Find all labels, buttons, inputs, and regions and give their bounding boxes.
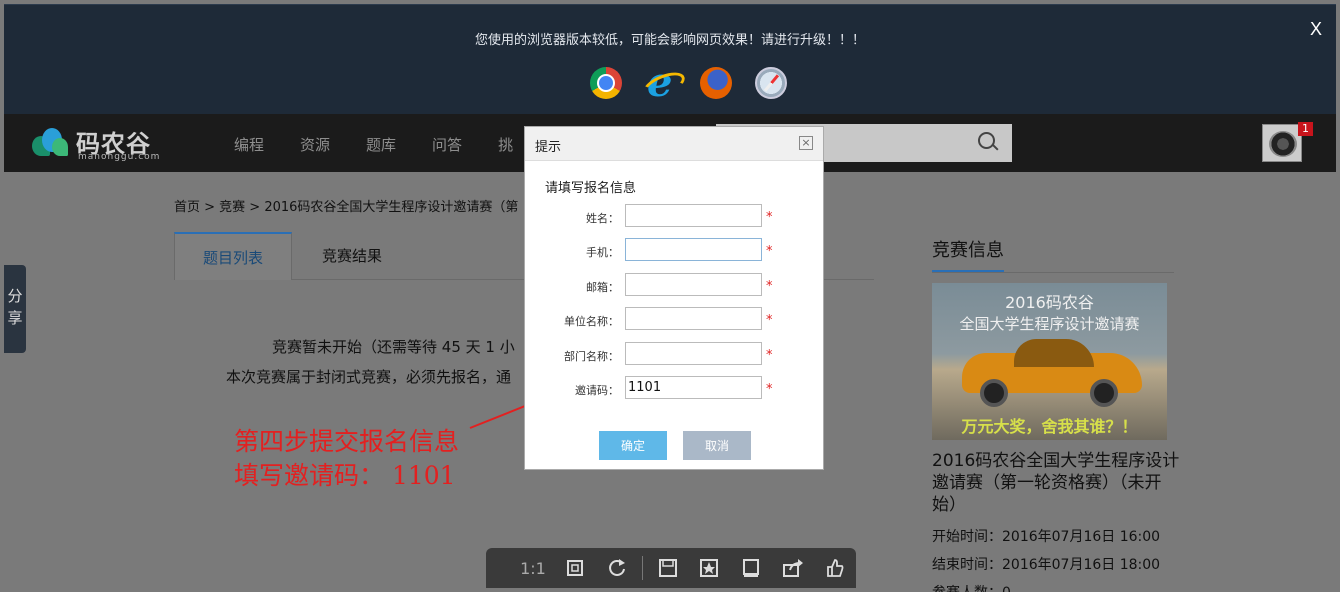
invite-code-label: 邀请码： — [575, 384, 619, 397]
form-row-organization: 单位名称： * — [525, 307, 825, 331]
contest-title-link[interactable]: 2016码农谷全国大学生程序设计邀请赛（第一轮资格赛）（未开始） — [932, 450, 1182, 516]
actual-size-button[interactable]: 1:1 — [512, 548, 554, 588]
tab-problem-list[interactable]: 题目列表 — [174, 232, 293, 280]
fit-screen-icon[interactable] — [554, 548, 596, 588]
email-label: 邮箱： — [586, 281, 619, 294]
organization-label: 单位名称： — [564, 315, 619, 328]
banner-message: 您使用的浏览器版本较低，可能会影响网页效果！请进行升级！！！ — [474, 33, 865, 48]
banner-image-title: 2016码农谷 — [1005, 293, 1094, 312]
nav-link-challenge[interactable]: 挑 — [498, 134, 513, 155]
contest-registration-notice: 本次竞赛属于封闭式竞赛，必须先报名，通 — [226, 368, 512, 386]
email-field[interactable] — [625, 273, 762, 296]
banner-close-button[interactable]: X — [1310, 19, 1322, 40]
form-row-invite-code: 邀请码： * — [525, 376, 825, 400]
contest-banner-image[interactable]: 2016码农谷 全国大学生程序设计邀请赛 万元大奖，舍我其谁？！ — [932, 283, 1167, 440]
logo-icon — [30, 126, 70, 158]
chrome-icon[interactable] — [590, 67, 622, 99]
required-mark: * — [766, 348, 773, 363]
form-row-name: 姓名： * — [525, 204, 825, 228]
dialog-title: 提示 — [535, 140, 562, 155]
invite-code-field[interactable] — [625, 376, 762, 399]
favorite-icon[interactable] — [689, 548, 731, 588]
sidebar-divider — [932, 272, 1174, 273]
toolbar-divider — [641, 556, 643, 580]
rotate-icon[interactable] — [596, 548, 638, 588]
fullscreen-icon[interactable] — [730, 548, 772, 588]
notification-badge[interactable]: 1 — [1298, 122, 1313, 136]
nav-link-problems[interactable]: 题库 — [366, 134, 396, 155]
department-label: 部门名称： — [564, 350, 619, 363]
organization-field[interactable] — [625, 307, 762, 330]
required-mark: * — [766, 313, 773, 328]
tab-contest-results[interactable]: 竞赛结果 — [294, 232, 410, 280]
save-icon[interactable] — [647, 548, 689, 588]
form-row-phone: 手机： * — [525, 238, 825, 262]
nav-link-coding[interactable]: 编程 — [234, 134, 264, 155]
department-field[interactable] — [625, 342, 762, 365]
banner-image-slogan: 万元大奖，舍我其谁？！ — [961, 417, 1138, 436]
registration-dialog: 提示 × 请填写报名信息 姓名： * 手机： * 邮箱： * 单位名称： * 部… — [524, 126, 824, 470]
contest-end-time: 结束时间：2016年07月16日 18:00 — [932, 557, 1161, 573]
share-button[interactable]: 分享 — [4, 265, 26, 353]
image-viewer-toolbar: 1:1 — [486, 548, 856, 588]
dialog-header: 提示 × — [525, 127, 823, 161]
nav-link-qa[interactable]: 问答 — [432, 134, 462, 155]
sidebar-title: 竞赛信息 — [932, 236, 1004, 272]
dialog-close-button[interactable]: × — [799, 136, 813, 150]
like-icon[interactable] — [814, 548, 856, 588]
browser-icons: e — [590, 59, 787, 106]
site-logo[interactable]: 码农谷 manonggu.com — [30, 124, 170, 164]
required-mark: * — [766, 279, 773, 294]
required-mark: * — [766, 382, 773, 397]
contest-participant-count: 参赛人数：0 — [932, 582, 1011, 592]
firefox-icon[interactable] — [700, 67, 732, 99]
contest-status-notice: 竞赛暂未开始（还需等待 45 天 1 小 — [272, 338, 515, 356]
name-field[interactable] — [625, 204, 762, 227]
ie-icon[interactable]: e — [645, 59, 677, 106]
cancel-button[interactable]: 取消 — [683, 431, 751, 460]
contest-start-time: 开始时间：2016年07月16日 16:00 — [932, 529, 1161, 545]
form-row-department: 部门名称： * — [525, 342, 825, 366]
form-row-email: 邮箱： * — [525, 273, 825, 297]
required-mark: * — [766, 244, 773, 259]
annotation-step-text: 第四步提交报名信息 — [234, 427, 460, 456]
search-icon[interactable] — [978, 132, 998, 152]
name-label: 姓名： — [586, 212, 619, 225]
browser-upgrade-banner: 您使用的浏览器版本较低，可能会影响网页效果！请进行升级！！！ X e — [4, 4, 1336, 114]
confirm-button[interactable]: 确定 — [599, 431, 667, 460]
share-icon[interactable] — [772, 548, 814, 588]
nav-link-resources[interactable]: 资源 — [300, 134, 330, 155]
avatar[interactable] — [1262, 124, 1302, 162]
safari-icon[interactable] — [755, 67, 787, 99]
phone-label: 手机： — [586, 246, 619, 259]
breadcrumb[interactable]: 首页 > 竞赛 > 2016码农谷全国大学生程序设计邀请赛（第 — [174, 196, 518, 215]
car-illustration — [962, 339, 1142, 407]
banner-image-subtitle: 全国大学生程序设计邀请赛 — [959, 315, 1140, 333]
required-mark: * — [766, 210, 773, 225]
phone-field[interactable] — [625, 238, 762, 261]
dialog-subtitle: 请填写报名信息 — [545, 181, 637, 196]
annotation-invite-code-text: 填写邀请码： 1101 — [234, 461, 456, 490]
nav-links: 编程 资源 题库 问答 挑 — [234, 134, 513, 155]
logo-subtext: manonggu.com — [78, 152, 161, 162]
